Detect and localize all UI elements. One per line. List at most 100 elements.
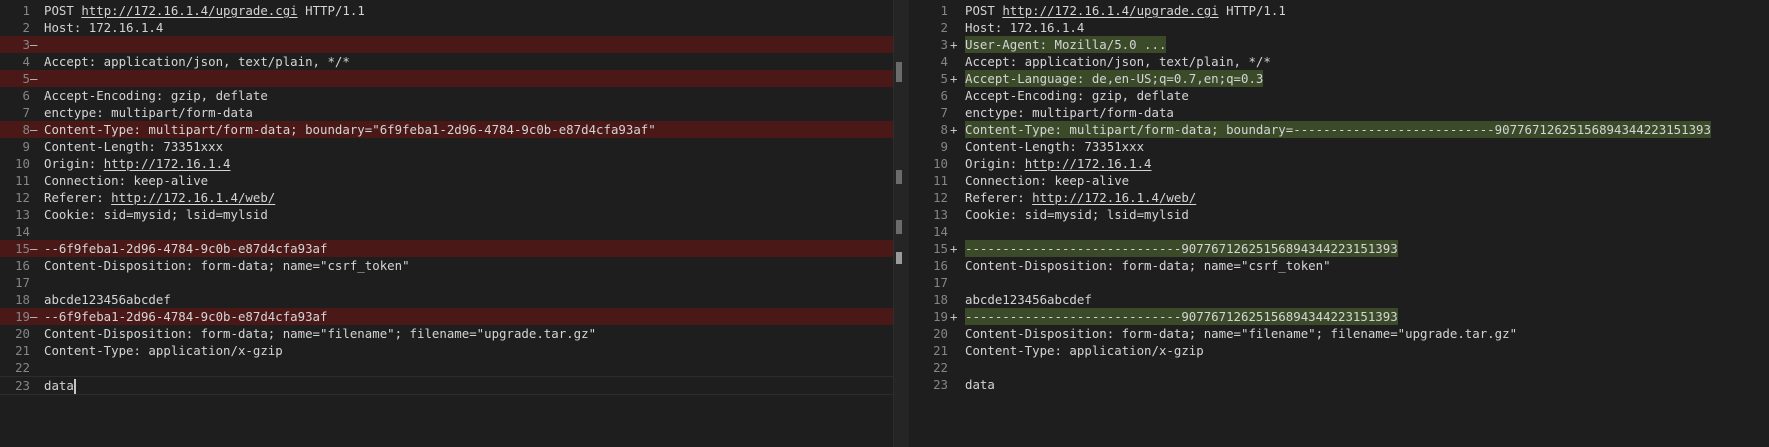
left-code-line[interactable]: 15— --6f9feba1-2d96-4784-9c0b-e87d4cfa93a… [0, 240, 893, 257]
left-code-line[interactable]: 12 Referer: http://172.16.1.4/web/ [0, 189, 893, 206]
line-text: Content-Length: 73351xxx [965, 139, 1145, 154]
left-code-line[interactable]: 4 Accept: application/json, text/plain, *… [0, 53, 893, 70]
line-text: Host: 172.16.1.4 [965, 20, 1085, 35]
line-number: 19 [15, 309, 30, 324]
right-code-line[interactable]: 4 Accept: application/json, text/plain, *… [908, 53, 1769, 70]
left-code-line[interactable]: 9 Content-Length: 73351xxx [0, 138, 893, 155]
left-code-line[interactable]: 6 Accept-Encoding: gzip, deflate [0, 87, 893, 104]
left-scrollbar-thumb[interactable] [896, 252, 902, 264]
left-code-line[interactable]: 23 data [0, 376, 893, 395]
line-number: 15 [15, 241, 30, 256]
line-number: 5 [940, 71, 948, 86]
right-code-line[interactable]: 21 Content-Type: application/x-gzip [908, 342, 1769, 359]
left-code-line[interactable]: 7 enctype: multipart/form-data [0, 104, 893, 121]
url-link[interactable]: http://172.16.1.4/web/ [111, 190, 275, 205]
line-number: 5 [22, 71, 30, 86]
right-diff-pane[interactable]: 1 POST http://172.16.1.4/upgrade.cgi HTTP… [908, 0, 1769, 447]
left-code-line[interactable]: 18 abcde123456abcdef [0, 291, 893, 308]
url-link[interactable]: http://172.16.1.4/upgrade.cgi [1002, 3, 1218, 18]
right-code-line[interactable]: 12 Referer: http://172.16.1.4/web/ [908, 189, 1769, 206]
left-scrollbar-marker-1 [896, 62, 902, 82]
url-link[interactable]: http://172.16.1.4/web/ [1032, 190, 1196, 205]
line-text: Content-Type: application/x-gzip [965, 343, 1204, 358]
line-number: 20 [933, 326, 948, 341]
line-number: 21 [15, 343, 30, 358]
right-code-line[interactable]: 3 + User-Agent: Mozilla/5.0 ... [908, 36, 1769, 53]
right-code-line[interactable]: 11 Connection: keep-alive [908, 172, 1769, 189]
right-code-line[interactable]: 13 Cookie: sid=mysid; lsid=mylsid [908, 206, 1769, 223]
right-code-line[interactable]: 1 POST http://172.16.1.4/upgrade.cgi HTTP… [908, 2, 1769, 19]
line-text: Content-Disposition: form-data; name="fi… [44, 326, 597, 341]
left-code-line[interactable]: 5— [0, 70, 893, 87]
left-code-line[interactable]: 1 POST http://172.16.1.4/upgrade.cgi HTTP… [0, 2, 893, 19]
line-number: 13 [15, 207, 30, 222]
left-code-line[interactable]: 14 [0, 223, 893, 240]
left-code-line[interactable]: 21 Content-Type: application/x-gzip [0, 342, 893, 359]
line-text: Accept-Language: de,en-US;q=0.7,en;q=0.3 [965, 70, 1264, 87]
line-number: 23 [933, 377, 948, 392]
line-text: Accept: application/json, text/plain, */… [44, 54, 350, 69]
url-link[interactable]: http://172.16.1.4/upgrade.cgi [81, 3, 297, 18]
line-text: Host: 172.16.1.4 [44, 20, 164, 35]
deletion-marker: — [30, 37, 38, 52]
left-code-line[interactable]: 17 [0, 274, 893, 291]
line-text: --6f9feba1-2d96-4784-9c0b-e87d4cfa93af [44, 309, 328, 324]
insertion-marker: + [950, 37, 958, 52]
left-code-line[interactable]: 16 Content-Disposition: form-data; name="… [0, 257, 893, 274]
line-number: 7 [22, 105, 30, 120]
left-code-line[interactable]: 19— --6f9feba1-2d96-4784-9c0b-e87d4cfa93a… [0, 308, 893, 325]
right-code-line[interactable]: 10 Origin: http://172.16.1.4 [908, 155, 1769, 172]
url-link[interactable]: http://172.16.1.4 [104, 156, 231, 171]
line-text: abcde123456abcdef [44, 292, 171, 307]
left-scrollbar-marker-2 [896, 170, 902, 184]
right-code-line[interactable]: 7 enctype: multipart/form-data [908, 104, 1769, 121]
left-code-line[interactable]: 20 Content-Disposition: form-data; name="… [0, 325, 893, 342]
left-code-line[interactable]: 11 Connection: keep-alive [0, 172, 893, 189]
right-code-line[interactable]: 22 [908, 359, 1769, 376]
right-code-line[interactable]: 16 Content-Disposition: form-data; name="… [908, 257, 1769, 274]
right-code-line[interactable]: 8 + Content-Type: multipart/form-data; bou… [908, 121, 1769, 138]
diff-divider [893, 0, 909, 447]
right-code-line[interactable]: 9 Content-Length: 73351xxx [908, 138, 1769, 155]
deletion-marker: — [30, 122, 38, 137]
right-code-line[interactable]: 17 [908, 274, 1769, 291]
left-code-line[interactable]: 22 [0, 359, 893, 376]
line-text: Content-Length: 73351xxx [44, 139, 224, 154]
line-text: -----------------------------90776712625… [965, 308, 1398, 325]
line-number: 14 [933, 224, 948, 239]
right-code-line[interactable]: 20 Content-Disposition: form-data; name="… [908, 325, 1769, 342]
url-link[interactable]: http://172.16.1.4 [1025, 156, 1152, 171]
line-number: 21 [933, 343, 948, 358]
left-code-line[interactable]: 13 Cookie: sid=mysid; lsid=mylsid [0, 206, 893, 223]
line-number: 10 [15, 156, 30, 171]
line-text: Accept: application/json, text/plain, */… [965, 54, 1271, 69]
line-number: 7 [940, 105, 948, 120]
right-code-line[interactable]: 14 [908, 223, 1769, 240]
right-code-line[interactable]: 18 abcde123456abcdef [908, 291, 1769, 308]
line-number: 15 [933, 241, 948, 256]
right-code-line[interactable]: 5 + Accept-Language: de,en-US;q=0.7,en;q=0… [908, 70, 1769, 87]
right-code-line[interactable]: 2 Host: 172.16.1.4 [908, 19, 1769, 36]
line-text: Origin: http://172.16.1.4 [965, 156, 1152, 171]
line-text: --6f9feba1-2d96-4784-9c0b-e87d4cfa93af [44, 241, 328, 256]
line-text: Cookie: sid=mysid; lsid=mylsid [965, 207, 1189, 222]
line-number: 10 [933, 156, 948, 171]
left-code-line[interactable]: 2 Host: 172.16.1.4 [0, 19, 893, 36]
right-code-line[interactable]: 6 Accept-Encoding: gzip, deflate [908, 87, 1769, 104]
line-text: Content-Type: multipart/form-data; bound… [44, 122, 656, 137]
text-caret [73, 379, 76, 394]
line-number: 14 [15, 224, 30, 239]
left-code-line[interactable]: 8— Content-Type: multipart/form-data; bou… [0, 121, 893, 138]
line-text: Content-Type: multipart/form-data; bound… [965, 121, 1711, 138]
line-number: 19 [933, 309, 948, 324]
left-diff-pane[interactable]: 1 POST http://172.16.1.4/upgrade.cgi HTTP… [0, 0, 893, 447]
right-code-line[interactable]: 19 + -----------------------------90776712… [908, 308, 1769, 325]
left-code-line[interactable]: 3— [0, 36, 893, 53]
line-number: 3 [22, 37, 30, 52]
line-text: Accept-Encoding: gzip, deflate [965, 88, 1189, 103]
left-code-line[interactable]: 10 Origin: http://172.16.1.4 [0, 155, 893, 172]
line-number: 11 [933, 173, 948, 188]
deletion-marker: — [30, 309, 38, 324]
right-code-line[interactable]: 23 data [908, 376, 1769, 393]
right-code-line[interactable]: 15 + -----------------------------90776712… [908, 240, 1769, 257]
